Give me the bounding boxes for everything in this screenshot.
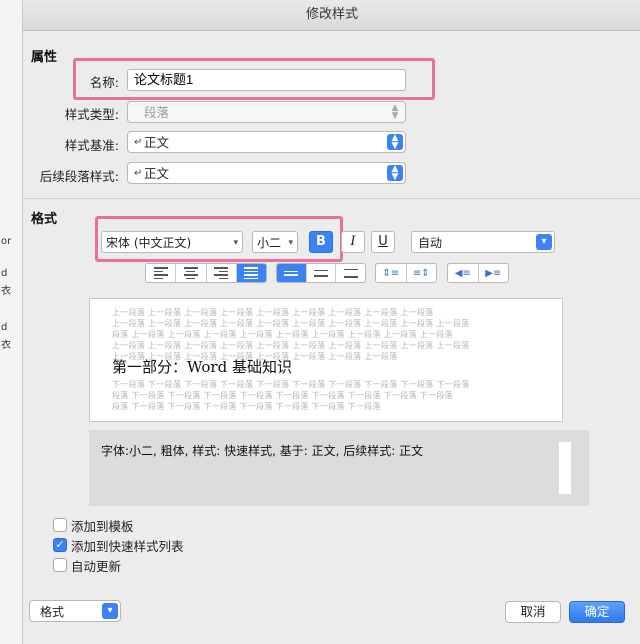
add-to-quick-styles-label: 添加到快速样式列表 <box>71 539 184 554</box>
justify-icon <box>244 265 259 281</box>
format-section-label: 格式 <box>31 212 58 227</box>
description-scrollbar[interactable] <box>559 442 571 494</box>
add-to-template-checkbox[interactable] <box>53 518 67 532</box>
italic-button[interactable]: I <box>341 231 365 253</box>
outdent-icon: ◀≡ <box>454 267 471 279</box>
onehalf-spacing-button[interactable] <box>307 264 337 282</box>
underline-button[interactable]: U <box>371 231 395 253</box>
ok-button[interactable]: 确定 <box>569 601 625 623</box>
properties-section-label: 属性 <box>31 50 58 65</box>
chevron-down-icon: ▾ <box>288 238 293 248</box>
preview-heading: 第一部分：Word 基础知识 <box>112 358 292 376</box>
decrease-indent-button[interactable]: ◀≡ <box>448 264 479 282</box>
single-spacing-button[interactable] <box>277 264 307 282</box>
preview-line: 下一段落 下一段落 下一段落 下一段落 下一段落 下一段落 下一段落 下一段落 … <box>112 380 470 389</box>
preview-line: 上一段落 上一段落 上一段落 上一段落 上一段落 上一段落 上一段落 上一段落 … <box>112 341 470 350</box>
format-menu-button[interactable]: 格式 ▾ <box>29 600 121 622</box>
next-style-select[interactable]: ↵ 正文 ▲ ▼ <box>127 162 406 184</box>
based-on-value: 正文 <box>144 135 170 150</box>
name-field[interactable] <box>127 69 406 91</box>
chevron-updown-icon: ▲ ▼ <box>387 134 403 151</box>
line-spacing-group <box>276 263 366 283</box>
double-spacing-icon <box>343 267 358 280</box>
pilcrow-icon: ↵ <box>134 137 143 148</box>
auto-update-label: 自动更新 <box>71 559 122 574</box>
preview-line: 段落 下一段落 下一段落 下一段落 下一段落 下一段落 下一段落 下一段落 下一… <box>112 391 453 400</box>
align-left-icon <box>153 265 168 281</box>
name-label: 名称: <box>89 75 119 90</box>
based-on-select[interactable]: ↵ 正文 ▲ ▼ <box>127 131 406 153</box>
section-divider <box>23 198 640 199</box>
modify-style-dialog: 修改样式 属性 名称: 样式类型: 段落 ▲▼ 样式基准: ↵ 正文 ▲▼ 后续… <box>22 0 640 644</box>
preview-line: 段落 下一段落 下一段落 下一段落 下一段落 下一段落 下一段落 下一段落 <box>112 402 381 411</box>
chevron-down-icon: ▾ <box>536 234 552 250</box>
chevron-down-icon: ▾ <box>102 603 118 619</box>
space-before-icon: ⇕≡ <box>382 267 400 279</box>
single-spacing-icon <box>284 269 299 278</box>
background-document: or d 衣 d 衣 <box>0 0 23 644</box>
bg-fragment: d <box>1 268 8 279</box>
font-size-select[interactable]: 小二 ▾ <box>252 231 298 253</box>
increase-indent-button[interactable]: ▶≡ <box>479 264 509 282</box>
style-description-text: 字体:小二, 粗体, 样式: 快速样式, 基于: 正文, 后续样式: 正文 <box>101 444 424 458</box>
double-spacing-button[interactable] <box>336 264 365 282</box>
format-menu-label: 格式 <box>40 605 65 619</box>
bg-fragment: 衣 <box>1 286 11 297</box>
pilcrow-icon: ↵ <box>134 168 143 179</box>
bg-fragment: d <box>1 322 8 333</box>
align-center-icon <box>183 265 198 281</box>
next-style-label: 后续段落样式: <box>39 169 119 184</box>
bg-fragment: 衣 <box>1 340 11 351</box>
style-type-label: 样式类型: <box>64 107 119 122</box>
style-preview: 上一段落 上一段落 上一段落 上一段落 上一段落 上一段落 上一段落 上一段落 … <box>89 298 563 422</box>
preview-next-paragraph: 下一段落 下一段落 下一段落 下一段落 下一段落 下一段落 下一段落 下一段落 … <box>112 379 542 412</box>
based-on-label: 样式基准: <box>64 138 119 153</box>
style-type-select[interactable]: 段落 ▲ ▼ <box>127 101 406 123</box>
alignment-group <box>145 263 267 283</box>
font-color-value: 自动 <box>418 236 443 250</box>
dialog-title: 修改样式 <box>23 0 640 31</box>
bold-button[interactable]: B <box>309 231 333 253</box>
justify-button[interactable] <box>236 264 266 282</box>
align-center-button[interactable] <box>176 264 207 282</box>
chevron-updown-icon: ▲ ▼ <box>387 165 403 182</box>
preview-line: 段落 上一段落 上一段落 上一段落 上一段落 上一段落 上一段落 上一段落 上一… <box>112 330 453 339</box>
align-right-icon <box>214 265 229 281</box>
chevron-down-icon: ▾ <box>233 238 238 248</box>
next-style-value: 正文 <box>144 166 170 181</box>
cancel-button[interactable]: 取消 <box>505 601 561 623</box>
font-size-value: 小二 <box>257 236 282 250</box>
add-to-template-label: 添加到模板 <box>71 519 134 534</box>
preview-line: 上一段落 上一段落 上一段落 上一段落 上一段落 上一段落 上一段落 上一段落 … <box>112 308 434 317</box>
style-description: 字体:小二, 粗体, 样式: 快速样式, 基于: 正文, 后续样式: 正文 <box>89 430 589 506</box>
onehalf-spacing-icon <box>314 268 328 279</box>
indent-icon: ▶≡ <box>485 267 502 279</box>
font-select[interactable]: 宋体 (中文正文) ▾ <box>101 231 243 253</box>
paragraph-spacing-group: ⇕≡ ≡⇕ <box>375 263 437 283</box>
indent-group: ◀≡ ▶≡ <box>447 263 509 283</box>
font-value: 宋体 (中文正文) <box>106 236 192 250</box>
checkmark-icon: ✓ <box>55 538 65 551</box>
font-color-select[interactable]: 自动 ▾ <box>411 231 555 253</box>
bg-fragment: or <box>1 236 12 247</box>
preview-line: 上一段落 上一段落 上一段落 上一段落 上一段落 上一段落 上一段落 上一段落 … <box>112 319 470 328</box>
chevron-updown-icon: ▲ ▼ <box>391 103 399 121</box>
style-type-value: 段落 <box>144 105 170 120</box>
align-left-button[interactable] <box>146 264 177 282</box>
preview-previous-paragraph: 上一段落 上一段落 上一段落 上一段落 上一段落 上一段落 上一段落 上一段落 … <box>112 307 542 362</box>
auto-update-checkbox[interactable] <box>53 558 67 572</box>
space-before-button[interactable]: ⇕≡ <box>376 264 407 282</box>
add-to-quick-styles-checkbox[interactable]: ✓ <box>53 538 67 552</box>
space-after-button[interactable]: ≡⇕ <box>407 264 437 282</box>
space-after-icon: ≡⇕ <box>412 267 430 279</box>
align-right-button[interactable] <box>207 264 237 282</box>
